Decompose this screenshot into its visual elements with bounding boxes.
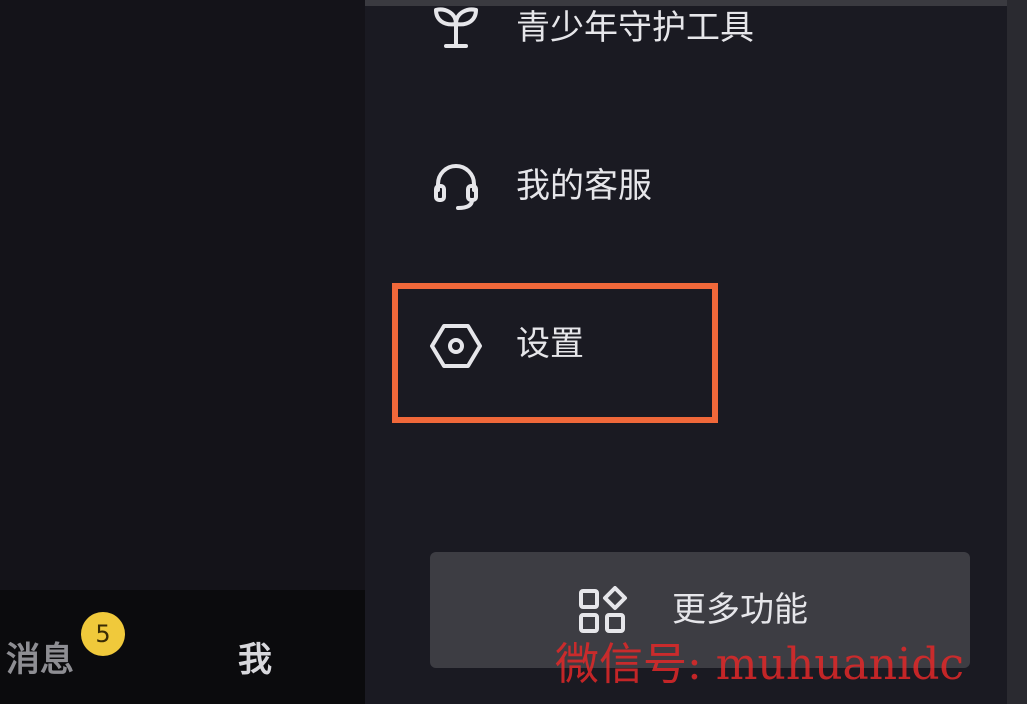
- sprout-icon: [434, 7, 478, 48]
- menu-item-label: 我的客服: [516, 166, 652, 206]
- highlight-annotation-box: [392, 283, 718, 423]
- more-features-label: 更多功能: [672, 590, 808, 630]
- apps-grid-icon: [579, 586, 627, 633]
- messages-badge: 5: [81, 612, 125, 656]
- tab-me[interactable]: 我: [238, 640, 272, 680]
- wechat-watermark: 微信号: muhuanidc: [555, 639, 964, 690]
- headset-icon: [434, 164, 478, 210]
- menu-item-label: 青少年守护工具: [516, 8, 754, 48]
- tab-messages[interactable]: 消息: [6, 640, 74, 680]
- drawer-right-edge: [1007, 0, 1027, 704]
